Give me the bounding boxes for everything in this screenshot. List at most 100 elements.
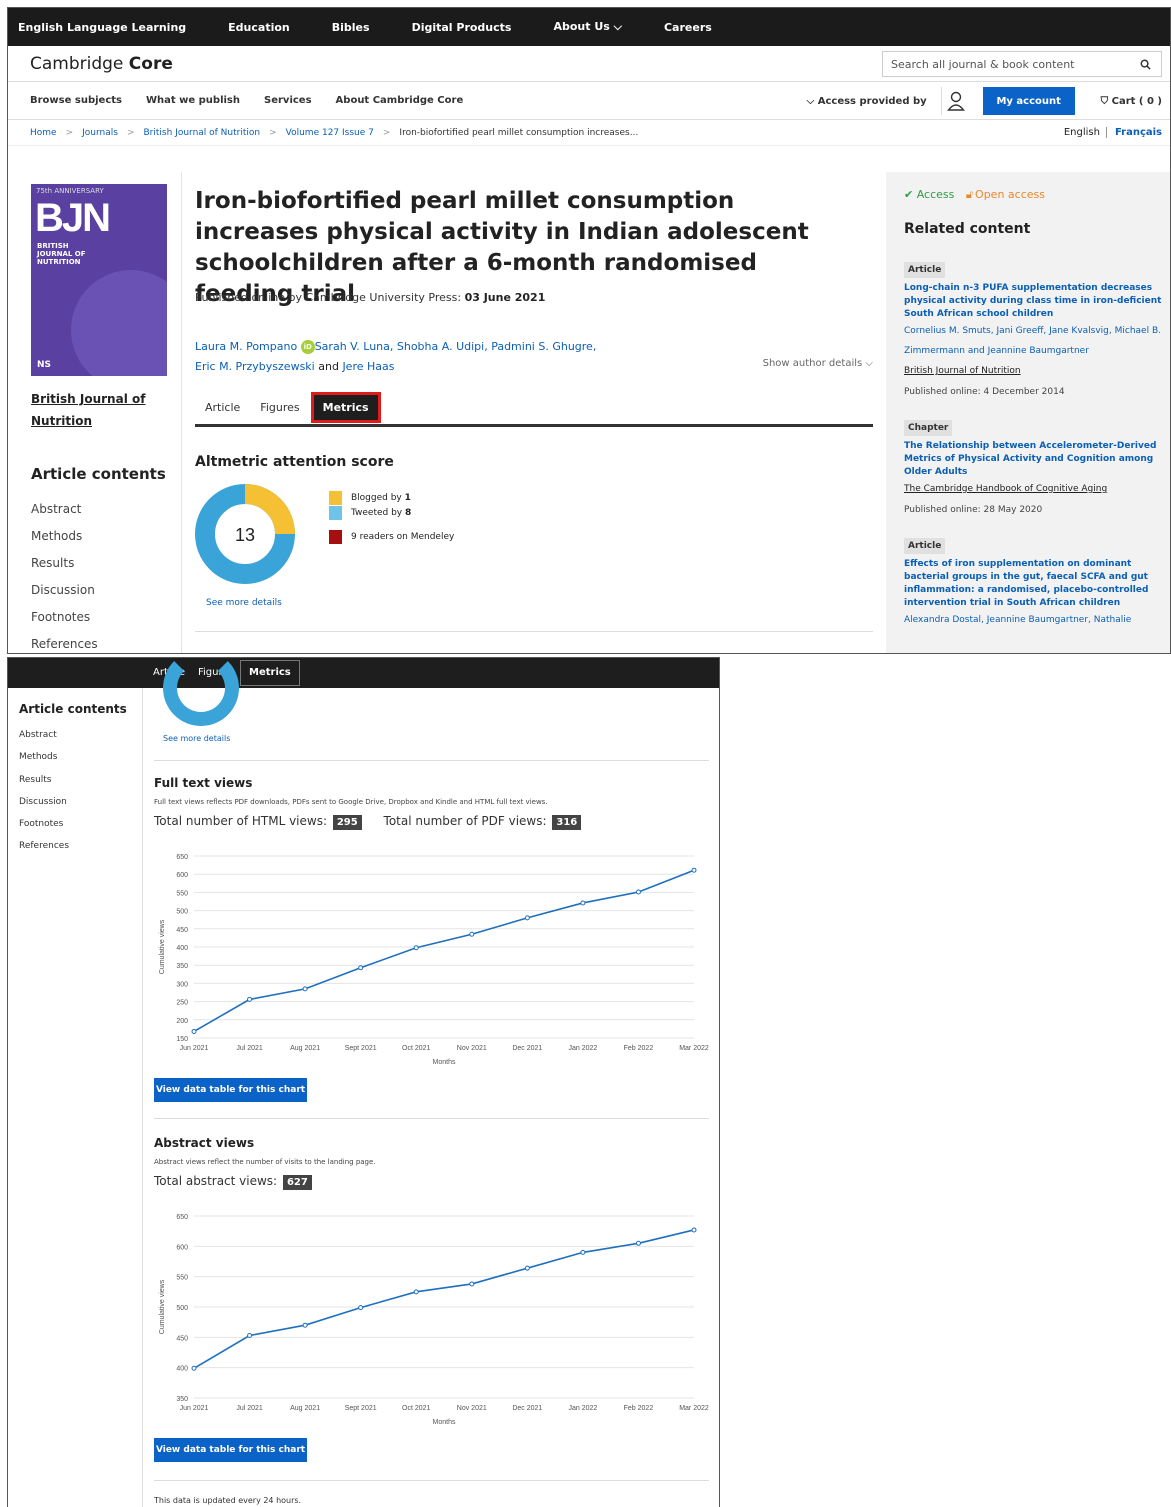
top-link-education[interactable]: Education (228, 21, 290, 34)
divider (154, 760, 709, 761)
nav-services[interactable]: Services (264, 95, 312, 106)
altmetric-donut[interactable] (163, 658, 239, 726)
update-notice: This data is updated every 24 hours. (154, 1496, 302, 1505)
nav-about-core[interactable]: About Cambridge Core (336, 95, 464, 106)
access-provided-by[interactable]: ⌵ Access provided by (807, 96, 927, 107)
contents-item-abstract[interactable]: Abstract (19, 730, 69, 752)
nav-browse-subjects[interactable]: Browse subjects (30, 95, 122, 106)
related-item-source[interactable]: The Cambridge Handbook of Cognitive Agin… (904, 479, 1162, 499)
top-link-ell[interactable]: English Language Learning (18, 21, 186, 34)
related-item: Chapter The Relationship between Acceler… (904, 415, 1162, 521)
contents-item-methods[interactable]: Methods (31, 529, 98, 556)
related-item-authors[interactable]: Cornelius M. Smuts, Jani Greeff, Jane Kv… (904, 321, 1162, 361)
top-link-careers[interactable]: Careers (664, 21, 712, 34)
search-input[interactable]: Search all journal & book content (882, 51, 1162, 77)
breadcrumb-home[interactable]: Home (30, 128, 57, 138)
journal-cover[interactable]: 75th ANNIVERSARY BJN BRITISH JOURNAL OF … (31, 184, 167, 376)
top-link-bibles[interactable]: Bibles (332, 21, 370, 34)
see-more-details-link[interactable]: See more details (163, 734, 230, 743)
breadcrumb-journal[interactable]: British Journal of Nutrition (144, 128, 261, 138)
orcid-icon[interactable]: iD (300, 340, 315, 354)
y-tick-label: 500 (176, 909, 188, 916)
article-tabs: Article Figures Metrics (195, 390, 873, 427)
contents-item-discussion[interactable]: Discussion (19, 797, 69, 819)
x-tick-label: Jan 2022 (568, 1045, 597, 1052)
divider (195, 631, 873, 632)
x-tick-label: Jun 2021 (180, 1045, 209, 1052)
top-link-digital[interactable]: Digital Products (412, 21, 512, 34)
data-point (691, 1227, 697, 1233)
x-tick-label: Nov 2021 (457, 1405, 487, 1412)
lang-french[interactable]: Français (1105, 127, 1162, 138)
contents-item-results[interactable]: Results (19, 775, 69, 797)
contents-item-footnotes[interactable]: Footnotes (19, 819, 69, 841)
divider (154, 1480, 709, 1481)
author-link[interactable]: Eric M. Przybyszewski (195, 360, 315, 373)
x-tick-label: Sept 2021 (345, 1405, 377, 1412)
show-author-details[interactable]: Show author details ⌵ (763, 358, 873, 369)
data-point (469, 931, 475, 937)
data-point (469, 1281, 475, 1287)
contents-item-discussion[interactable]: Discussion (31, 583, 98, 610)
related-item-title[interactable]: Effects of iron supplementation on domin… (904, 558, 1162, 610)
abstract-totals: Total abstract views: 627 (154, 1174, 312, 1190)
data-point (247, 1333, 253, 1339)
blog-swatch (329, 490, 342, 505)
author-link[interactable]: Jere Haas (342, 360, 394, 373)
tab-figures[interactable]: Figures (260, 401, 299, 414)
contents-item-references[interactable]: References (31, 637, 98, 653)
language-switch: English Français (1064, 127, 1162, 138)
data-point (413, 945, 419, 951)
tab-article[interactable]: Article (205, 401, 240, 414)
tab-metrics[interactable]: Metrics (240, 660, 300, 686)
y-tick-label: 550 (176, 890, 188, 897)
y-tick-label: 200 (176, 1018, 188, 1025)
altmetric-title: Altmetric attention score (195, 454, 394, 470)
full-text-views-chart: 150 200 250 300 350 400 450 500 550 600 650 Jun 202… (159, 854, 709, 1066)
x-tick-label: Feb 2022 (624, 1405, 654, 1412)
related-item-source[interactable]: British Journal of Nutrition (904, 361, 1162, 381)
contents-item-methods[interactable]: Methods (19, 752, 69, 774)
main-navigation: Browse subjects What we publish Services… (8, 82, 1170, 120)
author-link[interactable]: Sarah V. Luna, Shobha A. Udipi, Padmini … (315, 340, 597, 353)
journal-link[interactable]: British Journal of Nutrition (31, 388, 161, 432)
top-link-about[interactable]: About Us ⌵ (553, 20, 622, 34)
x-tick-label: Aug 2021 (290, 1405, 320, 1412)
see-more-details-link[interactable]: See more details (206, 598, 282, 608)
related-item-authors[interactable]: Alexandra Dostal, Jeannine Baumgartner, … (904, 610, 1162, 630)
contents-item-abstract[interactable]: Abstract (31, 502, 98, 529)
breadcrumb-journals[interactable]: Journals (82, 128, 118, 138)
tab-metrics[interactable]: Metrics (310, 391, 381, 423)
cart-link[interactable]: ⛉ Cart ( 0 ) (1101, 96, 1162, 107)
cambridge-core-logo[interactable]: Cambridge Core (30, 54, 173, 74)
breadcrumb-issue[interactable]: Volume 127 Issue 7 (286, 128, 374, 138)
lang-english[interactable]: English (1064, 127, 1100, 138)
related-item-title[interactable]: The Relationship between Accelerometer-D… (904, 440, 1162, 479)
y-tick-label: 150 (176, 1036, 188, 1043)
related-item-title[interactable]: Long-chain n-3 PUFA supplementation decr… (904, 282, 1162, 321)
user-icon[interactable] (940, 87, 971, 115)
y-tick-label: 650 (176, 854, 188, 861)
data-point (247, 996, 253, 1002)
nav-what-we-publish[interactable]: What we publish (146, 95, 240, 106)
sticky-tab-bar: Article Figures Metrics (8, 658, 719, 688)
right-sidebar: ✔ Access 🔓︎ Open access Related content A… (886, 172, 1170, 653)
view-data-table-button[interactable]: View data table for this chart (154, 1078, 307, 1102)
y-tick-label: 600 (176, 872, 188, 879)
search-icon[interactable] (1140, 59, 1151, 70)
data-point (191, 1365, 197, 1371)
y-tick-label: 350 (176, 1396, 188, 1403)
article-contents-list: Abstract Methods Results Discussion Foot… (19, 730, 69, 864)
article-contents-title: Article contents (31, 465, 166, 483)
pdf-views-badge: 316 (552, 815, 582, 830)
left-sidebar: 75th ANNIVERSARY BJN BRITISH JOURNAL OF … (8, 172, 182, 653)
contents-item-references[interactable]: References (19, 841, 69, 863)
view-data-table-button[interactable]: View data table for this chart (154, 1438, 307, 1462)
contents-item-results[interactable]: Results (31, 556, 98, 583)
altmetric-score: 13 (235, 525, 255, 545)
author-link[interactable]: Laura M. Pompano (195, 340, 297, 353)
my-account-button[interactable]: My account (982, 87, 1075, 115)
altmetric-donut[interactable]: 13 (195, 484, 295, 584)
x-tick-label: Nov 2021 (457, 1045, 487, 1052)
contents-item-footnotes[interactable]: Footnotes (31, 610, 98, 637)
